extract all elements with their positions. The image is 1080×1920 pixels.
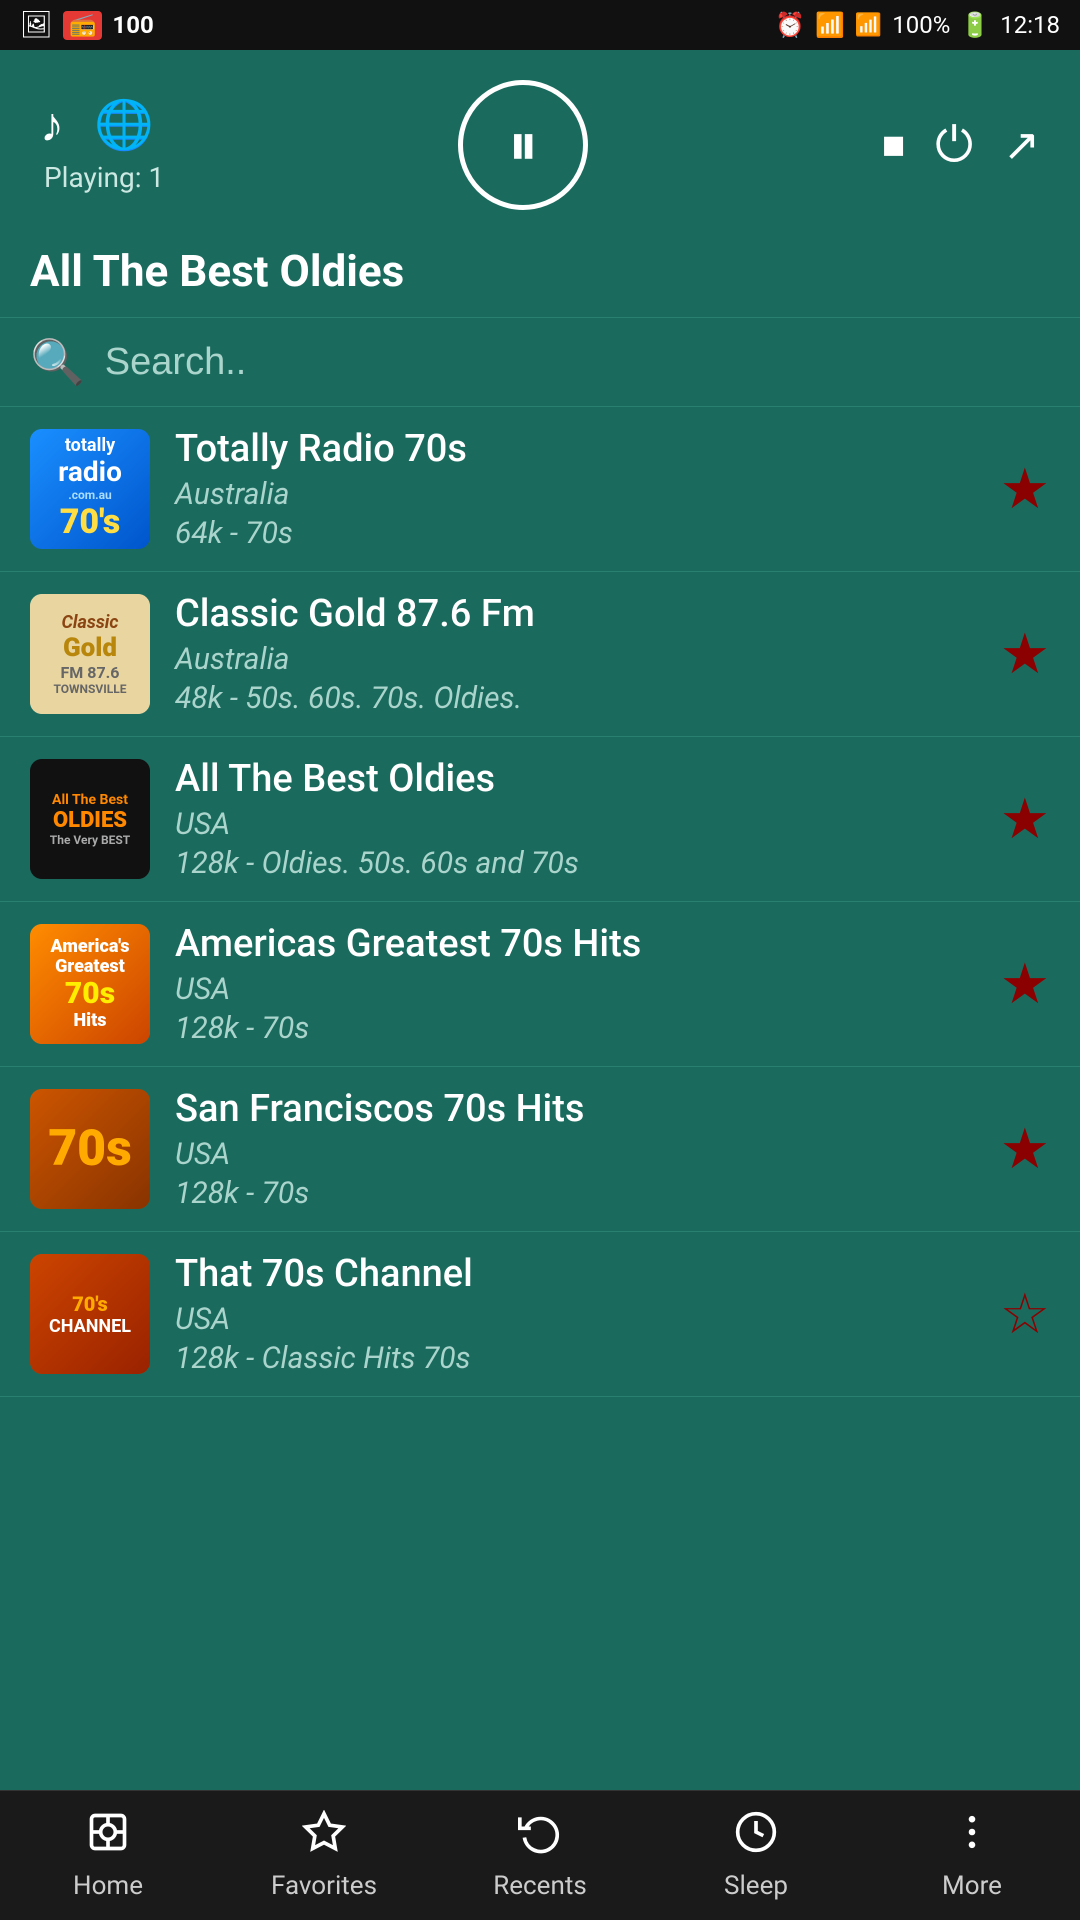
station-info: Classic Gold 87.6 Fm Australia 48k - 50s…: [175, 592, 975, 716]
list-item[interactable]: Classic Gold FM 87.6 TOWNSVILLE Classic …: [0, 572, 1080, 737]
time-display: 12:18: [1000, 11, 1060, 39]
nav-home-label: Home: [73, 1871, 143, 1901]
station-meta: 64k - 70s: [175, 516, 975, 551]
music-icon[interactable]: ♪: [40, 96, 64, 153]
power-icon[interactable]: ⏻: [935, 116, 973, 174]
station-name: That 70s Channel: [175, 1252, 975, 1296]
station-logo: totally radio .com.au 70's: [30, 429, 150, 549]
station-info: Americas Greatest 70s Hits USA 128k - 70…: [175, 922, 975, 1046]
bottom-nav: Home Favorites Recents Sleep: [0, 1790, 1080, 1920]
station-list: totally radio .com.au 70's Totally Radio…: [0, 407, 1080, 1397]
nav-more[interactable]: More: [864, 1791, 1080, 1920]
status-bar: 🖼 📻 12:18 100 ⏰ 📶 📶 100% 🔋 12:18: [0, 0, 1080, 50]
favorite-star[interactable]: ★: [1000, 461, 1050, 517]
station-country: USA: [175, 972, 975, 1007]
station-country: Australia: [175, 642, 975, 677]
station-name: All The Best Oldies: [175, 757, 975, 801]
top-left-controls: ♪ 🌐 Playing: 1: [40, 96, 164, 194]
station-meta: 128k - Oldies. 50s. 60s and 70s: [175, 846, 975, 881]
battery-icon: 🔋: [960, 11, 990, 39]
favorite-star[interactable]: ★: [1000, 626, 1050, 682]
station-country: USA: [175, 807, 975, 842]
pause-icon: ⏸: [508, 115, 538, 175]
station-info: Totally Radio 70s Australia 64k - 70s: [175, 427, 975, 551]
playing-label: Playing: 1: [44, 161, 164, 194]
station-name: Classic Gold 87.6 Fm: [175, 592, 975, 636]
station-logo: All The Best OLDIES The Very BEST: [30, 759, 150, 879]
station-country: Australia: [175, 477, 975, 512]
share-icon[interactable]: ↗: [1003, 119, 1040, 171]
top-right-controls: ⏹ ⏻ ↗: [882, 116, 1040, 174]
sleep-icon: [734, 1810, 778, 1865]
nav-sleep-label: Sleep: [724, 1871, 788, 1901]
station-logo: 70s: [30, 1089, 150, 1209]
search-icon: 🔍: [30, 336, 85, 388]
favorite-star[interactable]: ★: [1000, 956, 1050, 1012]
nav-favorites[interactable]: Favorites: [216, 1791, 432, 1920]
list-item[interactable]: 70's CHANNEL That 70s Channel USA 128k -…: [0, 1232, 1080, 1397]
signal-icon: 📶: [855, 13, 882, 38]
nav-home[interactable]: Home: [0, 1791, 216, 1920]
station-name: San Franciscos 70s Hits: [175, 1087, 975, 1131]
station-meta: 128k - 70s: [175, 1176, 975, 1211]
station-country: USA: [175, 1302, 975, 1337]
radio-icon: 📻: [63, 11, 102, 40]
station-name: Totally Radio 70s: [175, 427, 975, 471]
nav-sleep[interactable]: Sleep: [648, 1791, 864, 1920]
search-container: 🔍: [0, 317, 1080, 407]
globe-icon[interactable]: 🌐: [94, 96, 154, 153]
station-logo: 70's CHANNEL: [30, 1254, 150, 1374]
station-logo: America's Greatest 70s Hits: [30, 924, 150, 1044]
stop-icon[interactable]: ⏹: [882, 118, 905, 173]
photo-icon: 🖼: [20, 10, 53, 40]
favorite-star[interactable]: ★: [1000, 1121, 1050, 1177]
search-input[interactable]: [105, 341, 1050, 384]
nav-favorites-label: Favorites: [271, 1871, 377, 1901]
more-icon: [950, 1810, 994, 1865]
status-left: 🖼 📻 12:18 100: [20, 10, 154, 40]
station-country: USA: [175, 1137, 975, 1172]
status-right: ⏰ 📶 📶 100% 🔋 12:18: [775, 11, 1060, 39]
recents-icon: [518, 1810, 562, 1865]
station-info: That 70s Channel USA 128k - Classic Hits…: [175, 1252, 975, 1376]
alarm-icon: ⏰: [775, 11, 805, 39]
pause-button[interactable]: ⏸: [458, 80, 588, 210]
home-icon: [86, 1810, 130, 1865]
station-meta: 48k - 50s. 60s. 70s. Oldies.: [175, 681, 975, 716]
station-info: San Franciscos 70s Hits USA 128k - 70s: [175, 1087, 975, 1211]
list-item[interactable]: 70s San Franciscos 70s Hits USA 128k - 7…: [0, 1067, 1080, 1232]
list-item[interactable]: America's Greatest 70s Hits Americas Gre…: [0, 902, 1080, 1067]
favorite-star[interactable]: ☆: [1000, 1286, 1050, 1342]
station-name: Americas Greatest 70s Hits: [175, 922, 975, 966]
top-controls: ♪ 🌐 Playing: 1 ⏸ ⏹ ⏻ ↗: [0, 50, 1080, 230]
nav-recents[interactable]: Recents: [432, 1791, 648, 1920]
station-meta: 128k - Classic Hits 70s: [175, 1341, 975, 1376]
wifi-icon: 📶: [815, 11, 845, 39]
station-logo: Classic Gold FM 87.6 TOWNSVILLE: [30, 594, 150, 714]
nav-recents-label: Recents: [493, 1871, 587, 1901]
favorite-star[interactable]: ★: [1000, 791, 1050, 847]
app-title: All The Best Oldies: [0, 230, 1080, 317]
list-item[interactable]: totally radio .com.au 70's Totally Radio…: [0, 407, 1080, 572]
list-item[interactable]: All The Best OLDIES The Very BEST All Th…: [0, 737, 1080, 902]
favorites-icon: [302, 1810, 346, 1865]
nav-more-label: More: [942, 1871, 1002, 1901]
battery-label: 100%: [892, 11, 950, 39]
station-info: All The Best Oldies USA 128k - Oldies. 5…: [175, 757, 975, 881]
signal-count: 100: [112, 11, 153, 39]
station-meta: 128k - 70s: [175, 1011, 975, 1046]
